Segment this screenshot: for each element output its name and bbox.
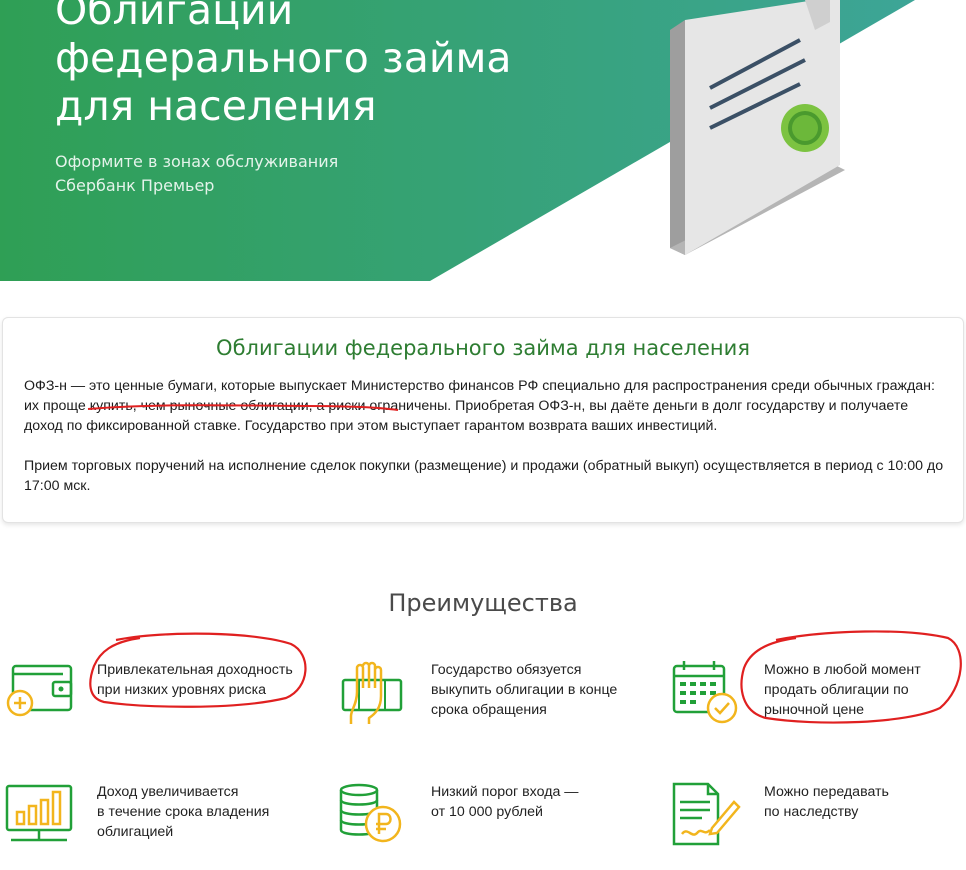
benefit-line: Доход увеличивается xyxy=(97,784,239,800)
bond-certificate-icon xyxy=(670,0,845,255)
benefit-line: Низкий порог входа — xyxy=(431,784,579,800)
benefit-line: Можно в любой момент xyxy=(764,662,921,678)
benefit-line: продать облигации по xyxy=(764,682,909,698)
info-p1-start: ОФЗ-н — это ценные бумаги, которые выпус… xyxy=(24,378,935,394)
benefit-item: Доход увеличивается в течение срока влад… xyxy=(5,782,325,852)
benefit-item: Низкий порог входа — от 10 000 рублей xyxy=(339,782,659,852)
benefit-item: Государство обязуется выкупить облигации… xyxy=(339,660,659,730)
document-sign-icon xyxy=(672,782,741,846)
benefit-item: Можно передавать по наследству xyxy=(672,782,962,852)
info-p1-highlight: их проще купить, чем рыночные облигации xyxy=(24,398,309,414)
info-paragraph-1: ОФЗ-н — это ценные бумаги, которые выпус… xyxy=(24,376,944,436)
info-card: Облигации федерального займа для населен… xyxy=(2,317,964,523)
hero-banner: Облигации федерального займа для населен… xyxy=(0,0,966,281)
benefit-text: Привлекательная доходность при низких ур… xyxy=(97,660,327,700)
wallet-plus-icon xyxy=(6,664,73,717)
info-card-title: Облигации федерального займа для населен… xyxy=(216,336,750,360)
benefit-text: Государство обязуется выкупить облигации… xyxy=(431,660,661,720)
benefit-line: по наследству xyxy=(764,804,859,820)
hero-subtitle: Оформите в зонах обслуживания Сбербанк П… xyxy=(55,150,338,198)
benefit-text: Можно в любой момент продать облигации п… xyxy=(764,660,966,720)
benefit-line: выкупить облигации в конце xyxy=(431,682,618,698)
benefit-line: Привлекательная доходность xyxy=(97,662,293,678)
hero-subtitle-line2: Сбербанк Премьер xyxy=(55,176,215,195)
hand-money-icon xyxy=(341,661,403,724)
benefit-line: Можно передавать xyxy=(764,784,889,800)
benefit-text: Низкий порог входа — от 10 000 рублей xyxy=(431,782,661,822)
coins-ruble-icon xyxy=(339,783,402,843)
benefit-line: от 10 000 рублей xyxy=(431,804,543,820)
calendar-check-icon xyxy=(672,661,738,724)
benefit-line: Государство обязуется xyxy=(431,662,582,678)
benefit-text: Можно передавать по наследству xyxy=(764,782,966,822)
benefit-item: Привлекательная доходность при низких ур… xyxy=(5,660,325,730)
benefit-line: срока обращения xyxy=(431,702,547,718)
benefit-line: облигацией xyxy=(97,824,174,840)
benefit-item: Можно в любой момент продать облигации п… xyxy=(672,660,962,730)
info-card-body: ОФЗ-н — это ценные бумаги, которые выпус… xyxy=(24,376,944,496)
hero-title: Облигации федерального займа для населен… xyxy=(55,0,512,130)
info-paragraph-2: Прием торговых поручений на исполнение с… xyxy=(24,458,944,494)
benefit-line: рыночной цене xyxy=(764,702,865,718)
hero-subtitle-line1: Оформите в зонах обслуживания xyxy=(55,152,339,171)
benefit-line: при низких уровнях риска xyxy=(97,682,266,698)
growth-chart-icon xyxy=(5,784,73,842)
benefits-title: Преимущества xyxy=(388,589,578,617)
benefit-line: в течение срока владения xyxy=(97,804,270,820)
benefit-text: Доход увеличивается в течение срока влад… xyxy=(97,782,327,842)
